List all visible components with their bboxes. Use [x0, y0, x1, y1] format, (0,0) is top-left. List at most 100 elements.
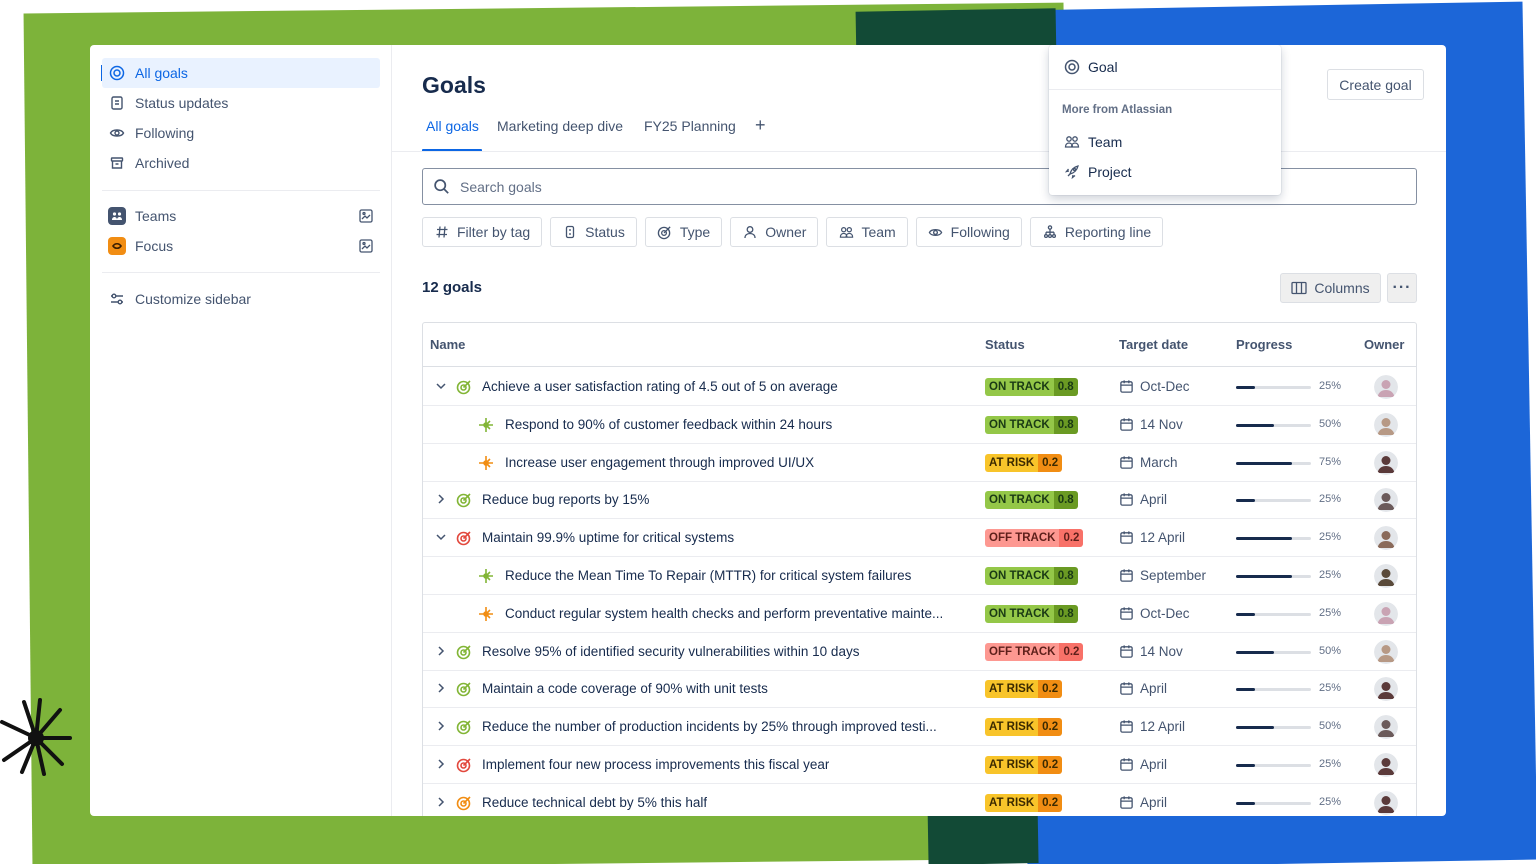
starburst-icon	[0, 698, 72, 776]
menu-item-project[interactable]: Project	[1063, 161, 1132, 183]
chevron-right-icon[interactable]	[434, 795, 448, 809]
goal-name[interactable]: Reduce technical debt by 5% this half	[482, 795, 707, 810]
tab-all-goals[interactable]: All goals	[426, 118, 479, 134]
target-date[interactable]: 14 Nov	[1140, 644, 1183, 659]
key-result-name[interactable]: Reduce the Mean Time To Repair (MTTR) fo…	[505, 568, 911, 583]
column-header-target-date[interactable]: Target date	[1119, 337, 1188, 352]
sidebar-item-teams[interactable]: Teams	[102, 201, 380, 231]
filter-type-button[interactable]: Type	[644, 217, 723, 247]
target-date[interactable]: 12 April	[1140, 719, 1185, 734]
tab-fy25-planning[interactable]: FY25 Planning	[644, 118, 736, 134]
key-result-name[interactable]: Conduct regular system health checks and…	[505, 606, 943, 621]
target-date[interactable]: 12 April	[1140, 530, 1185, 545]
target-date[interactable]: April	[1140, 492, 1167, 507]
sidebar-item-focus[interactable]: Focus	[102, 231, 380, 261]
owner-avatar[interactable]	[1374, 488, 1398, 513]
owner-avatar[interactable]	[1374, 412, 1398, 437]
add-tab-button[interactable]: +	[755, 115, 766, 136]
target-date[interactable]: Oct-Dec	[1140, 379, 1190, 394]
target-date[interactable]: April	[1140, 681, 1167, 696]
column-header-name[interactable]: Name	[430, 337, 465, 352]
table-row[interactable]: Conduct regular system health checks and…	[423, 595, 1416, 633]
target-date[interactable]: April	[1140, 795, 1167, 810]
chevron-right-icon[interactable]	[434, 719, 448, 733]
target-date[interactable]: March	[1140, 455, 1178, 470]
sidebar-item-status-updates[interactable]: Status updates	[102, 88, 380, 118]
customize-sidebar-button[interactable]: Customize sidebar	[102, 284, 380, 314]
table-row[interactable]: Maintain a code coverage of 90% with uni…	[423, 670, 1416, 709]
owner-avatar[interactable]	[1374, 375, 1398, 399]
column-header-owner[interactable]: Owner	[1364, 337, 1404, 352]
table-row[interactable]: Reduce bug reports by 15% ON TRACK 0.8 Apri…	[423, 481, 1416, 520]
chevron-right-icon[interactable]	[434, 757, 448, 771]
menu-section-heading: More from Atlassian	[1062, 104, 1173, 116]
goal-icon	[1063, 58, 1081, 76]
goal-name[interactable]: Reduce the number of production incident…	[482, 719, 937, 734]
table-row[interactable]: Respond to 90% of customer feedback with…	[423, 406, 1416, 444]
table-row[interactable]: Achieve a user satisfaction rating of 4.…	[423, 368, 1416, 406]
chevron-down-icon[interactable]	[434, 379, 448, 393]
goal-name[interactable]: Implement four new process improvements …	[482, 757, 829, 772]
menu-item-goal[interactable]: Goal	[1063, 56, 1118, 78]
target-date[interactable]: September	[1140, 568, 1206, 583]
owner-avatar[interactable]	[1374, 715, 1398, 740]
owner-avatar[interactable]	[1374, 753, 1398, 777]
goal-name[interactable]: Maintain a code coverage of 90% with uni…	[482, 681, 768, 696]
goal-name[interactable]: Reduce bug reports by 15%	[482, 492, 649, 507]
filter-by-tag-button[interactable]: Filter by tag	[422, 217, 543, 247]
chevron-right-icon[interactable]	[434, 492, 448, 506]
chevron-right-icon[interactable]	[434, 681, 448, 695]
table-row[interactable]: Reduce the number of production incident…	[423, 708, 1416, 747]
goal-name[interactable]: Achieve a user satisfaction rating of 4.…	[482, 379, 838, 394]
filter-status-button[interactable]: Status	[550, 217, 637, 247]
app-switch-icon[interactable]	[358, 208, 374, 224]
menu-item-label: Project	[1088, 164, 1132, 180]
owner-avatar[interactable]	[1374, 450, 1398, 475]
owner-avatar[interactable]	[1374, 601, 1398, 626]
key-result-name[interactable]: Increase user engagement through improve…	[505, 455, 814, 470]
table-row[interactable]: Increase user engagement through improve…	[423, 444, 1416, 482]
table-row[interactable]: Reduce technical debt by 5% this half AT …	[423, 784, 1416, 816]
goal-icon	[456, 645, 471, 659]
more-actions-button[interactable]: ···	[1387, 273, 1417, 303]
sidebar-item-all-goals[interactable]: All goals	[102, 58, 380, 88]
owner-avatar[interactable]	[1374, 790, 1398, 815]
target-date[interactable]: 14 Nov	[1140, 417, 1183, 432]
column-header-progress[interactable]: Progress	[1236, 337, 1292, 352]
progress-bar-fill	[1236, 612, 1255, 616]
filter-reporting-line-button[interactable]: Reporting line	[1029, 217, 1164, 247]
filter-owner-button[interactable]: Owner	[730, 217, 819, 247]
goal-name[interactable]: Resolve 95% of identified security vulne…	[482, 644, 859, 659]
progress-bar-fill	[1236, 423, 1274, 427]
chevron-right-icon[interactable]	[434, 644, 448, 658]
filter-following-button[interactable]: Following	[915, 217, 1022, 247]
app-switch-icon[interactable]	[358, 238, 374, 254]
chevron-down-icon[interactable]	[434, 530, 448, 544]
table-row[interactable]: Implement four new process improvements …	[423, 746, 1416, 784]
sidebar-item-label: Status updates	[135, 95, 229, 111]
table-row[interactable]: Maintain 99.9% uptime for critical syste…	[423, 519, 1416, 558]
sidebar-item-archived[interactable]: Archived	[102, 148, 380, 178]
search-input[interactable]	[460, 178, 1060, 195]
filter-label: Following	[950, 224, 1010, 240]
owner-avatar[interactable]	[1374, 526, 1398, 551]
table-row[interactable]: Resolve 95% of identified security vulne…	[423, 633, 1416, 671]
owner-avatar[interactable]	[1374, 677, 1398, 702]
target-date[interactable]: Oct-Dec	[1140, 606, 1190, 621]
sidebar-item-following[interactable]: Following	[102, 118, 380, 148]
filter-label: Status	[585, 224, 625, 240]
filter-team-button[interactable]: Team	[826, 217, 908, 247]
table-row[interactable]: Reduce the Mean Time To Repair (MTTR) fo…	[423, 557, 1416, 595]
key-result-name[interactable]: Respond to 90% of customer feedback with…	[505, 417, 832, 432]
goal-name[interactable]: Maintain 99.9% uptime for critical syste…	[482, 530, 734, 545]
create-goal-button[interactable]: Create goal	[1327, 69, 1424, 100]
column-header-status[interactable]: Status	[985, 337, 1025, 352]
owner-avatar[interactable]	[1374, 639, 1398, 664]
owner-avatar[interactable]	[1374, 564, 1398, 588]
tab-marketing-deep-dive[interactable]: Marketing deep dive	[497, 118, 623, 134]
target-date[interactable]: April	[1140, 757, 1167, 772]
menu-item-team[interactable]: Team	[1063, 131, 1122, 153]
archive-icon	[108, 154, 126, 172]
calendar-icon	[1120, 531, 1133, 544]
columns-button[interactable]: Columns	[1280, 273, 1381, 303]
